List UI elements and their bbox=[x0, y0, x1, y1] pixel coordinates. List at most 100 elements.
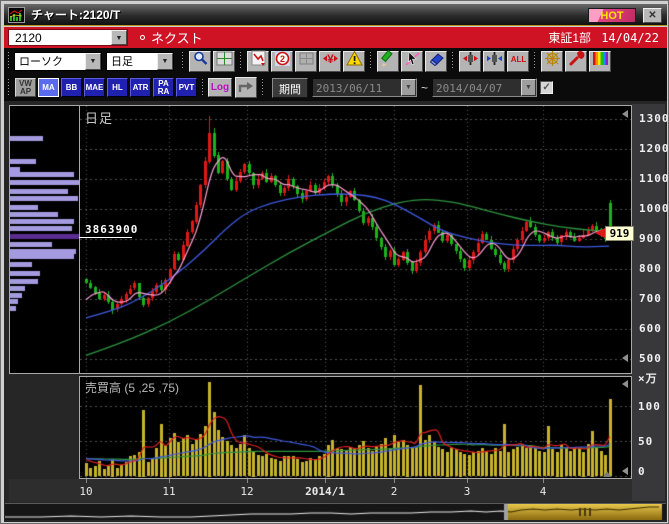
indicator-button-pvt[interactable]: PVT bbox=[176, 78, 197, 97]
indicator-button-bb[interactable]: BB bbox=[61, 78, 82, 97]
chevron-down-icon[interactable]: ▼ bbox=[111, 30, 127, 45]
market-label: 東証1部 bbox=[548, 29, 591, 46]
toolbar-grip[interactable] bbox=[451, 52, 455, 70]
time-axis-label: 3 bbox=[464, 485, 471, 498]
all-button[interactable]: ALL bbox=[507, 51, 529, 72]
quote-date: 14/04/22 bbox=[601, 31, 659, 45]
profile-volume-value: 3863900 bbox=[85, 223, 138, 236]
scroll-left-icon[interactable] bbox=[622, 467, 628, 475]
volume-tick-label: 100 bbox=[638, 400, 661, 413]
toolbar-grip[interactable] bbox=[7, 52, 11, 70]
range-navigator-canvas[interactable] bbox=[5, 504, 666, 520]
symbol-combo[interactable]: 2120 ▼ bbox=[8, 29, 128, 46]
scroll-up-icon[interactable] bbox=[603, 471, 611, 477]
indicator-button-ma[interactable]: MA bbox=[38, 78, 59, 97]
chevron-down-icon[interactable]: ▼ bbox=[157, 53, 173, 70]
symbol-name: ネクスト bbox=[151, 28, 203, 47]
log-scale-button[interactable]: Log bbox=[208, 78, 232, 97]
toolbar-grip[interactable] bbox=[369, 52, 373, 70]
symbol-code-input[interactable]: 2120 bbox=[9, 30, 111, 45]
compare2-icon: 2 bbox=[274, 50, 291, 72]
toolbar-grip[interactable] bbox=[533, 52, 537, 70]
date-to-combo[interactable]: 2014/04/07 ▼ bbox=[432, 78, 537, 97]
close-button[interactable]: ✕ bbox=[643, 8, 662, 23]
toolbar-grip[interactable] bbox=[239, 52, 243, 70]
eraser-button[interactable] bbox=[425, 51, 447, 72]
indicator-button-mae[interactable]: MAE bbox=[84, 78, 105, 97]
cursor-button[interactable] bbox=[401, 51, 423, 72]
time-axis-tick bbox=[247, 479, 248, 483]
time-axis-tick bbox=[86, 479, 87, 483]
bullet-icon bbox=[140, 35, 145, 40]
yen-button[interactable]: ¥ bbox=[319, 51, 341, 72]
rainbow-icon bbox=[592, 50, 609, 72]
scroll-left-icon[interactable] bbox=[622, 380, 628, 388]
current-price-badge: 919 bbox=[605, 226, 634, 241]
compress-candles-icon bbox=[486, 50, 503, 72]
time-axis-label: 10 bbox=[79, 485, 92, 498]
volume-panel-label: 売買高 (5 ,25 ,75) bbox=[85, 379, 179, 396]
date-from-value: 2013/06/11 bbox=[313, 79, 401, 96]
scroll-left-icon[interactable] bbox=[622, 354, 628, 362]
mesh-button[interactable] bbox=[541, 51, 563, 72]
zoom-button[interactable] bbox=[189, 51, 211, 72]
chevron-down-icon[interactable]: ▼ bbox=[401, 79, 416, 96]
indicator-button-para[interactable]: PARA bbox=[153, 78, 174, 97]
date-to-value: 2014/04/07 bbox=[433, 79, 521, 96]
chart-type-combo[interactable]: ローソク ▼ bbox=[14, 52, 102, 71]
pencil-icon bbox=[380, 50, 397, 72]
toolbar-grip[interactable] bbox=[201, 79, 205, 97]
indicator-button-hl[interactable]: HL bbox=[107, 78, 128, 97]
toolbar-main: ローソク ▼ 日足 ▼ 2 ¥ ALL bbox=[4, 48, 667, 74]
time-axis-label: 4 bbox=[540, 485, 547, 498]
title-bar[interactable]: チャート:2120/T HOT ✕ bbox=[4, 4, 667, 26]
toolbar-grip[interactable] bbox=[261, 79, 265, 97]
eraser-icon bbox=[428, 50, 445, 72]
toolbar-grip[interactable] bbox=[181, 52, 185, 70]
scroll-left-icon[interactable] bbox=[622, 110, 628, 118]
hot-button[interactable]: HOT bbox=[588, 8, 636, 23]
zoom-icon bbox=[192, 50, 209, 72]
alert-button[interactable] bbox=[343, 51, 365, 72]
pencil-button[interactable] bbox=[377, 51, 399, 72]
volume-tick-label: 50 bbox=[638, 435, 653, 448]
profile-underline bbox=[79, 237, 132, 238]
time-axis: 1011122014/1234 bbox=[9, 479, 632, 502]
price-tick-label: 1100 bbox=[639, 172, 669, 185]
wrench-icon bbox=[568, 50, 585, 72]
indicator-button-atr[interactable]: ATR bbox=[130, 78, 151, 97]
time-axis-label: 2014/1 bbox=[305, 485, 345, 498]
chevron-down-icon[interactable]: ▼ bbox=[85, 53, 101, 70]
panel-label-daily: 日足 bbox=[85, 108, 113, 127]
compress-candles-button[interactable] bbox=[483, 51, 505, 72]
wrench-button[interactable] bbox=[565, 51, 587, 72]
time-axis-tick bbox=[467, 479, 468, 483]
yen-icon: ¥ bbox=[322, 50, 339, 72]
layout-icon bbox=[298, 50, 315, 72]
expand-candles-icon bbox=[462, 50, 479, 72]
date-from-combo[interactable]: 2013/06/11 ▼ bbox=[312, 78, 417, 97]
app-icon bbox=[8, 7, 25, 23]
price-tick-label: 1000 bbox=[639, 202, 669, 215]
period-checkbox[interactable]: ✓ bbox=[540, 81, 553, 94]
indicator-button-vwap[interactable]: VWAP bbox=[15, 78, 36, 97]
window-title: チャート:2120/T bbox=[31, 6, 120, 23]
range-navigator[interactable] bbox=[5, 503, 666, 520]
chevron-down-icon[interactable]: ▼ bbox=[521, 79, 536, 96]
move-arrow-button[interactable] bbox=[235, 77, 257, 98]
toolbar-grip[interactable] bbox=[7, 79, 11, 97]
current-price-arrow-icon bbox=[595, 228, 605, 238]
price-tick-label: 600 bbox=[639, 322, 662, 335]
period-button[interactable]: 期間 bbox=[272, 78, 308, 98]
chart-type-value: ローソク bbox=[15, 53, 85, 70]
price-tick-label: 1300 bbox=[639, 112, 669, 125]
expand-candles-button[interactable] bbox=[459, 51, 481, 72]
trendline-button[interactable] bbox=[247, 51, 269, 72]
timeframe-combo[interactable]: 日足 ▼ bbox=[106, 52, 174, 71]
price-chart-canvas[interactable] bbox=[80, 106, 631, 373]
rainbow-button[interactable] bbox=[589, 51, 611, 72]
svg-text:¥: ¥ bbox=[327, 52, 334, 66]
compare2-button[interactable]: 2 bbox=[271, 51, 293, 72]
layout-button[interactable] bbox=[295, 51, 317, 72]
grid-button[interactable] bbox=[213, 51, 235, 72]
